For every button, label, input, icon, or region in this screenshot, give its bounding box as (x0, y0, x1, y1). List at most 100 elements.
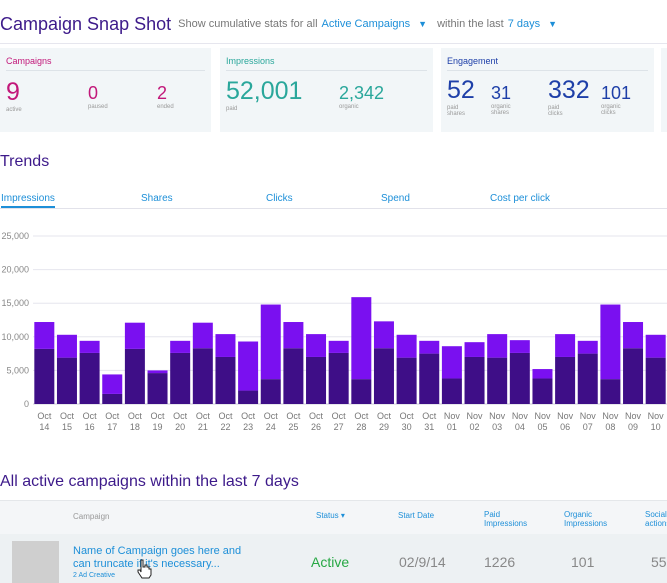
organic-shares: 31 organic shares (491, 83, 512, 116)
hand-cursor-icon (137, 559, 152, 579)
campaign-name-link[interactable]: Name of Campaign goes here and can trunc… (73, 545, 241, 571)
bar-segment (260, 304, 281, 380)
bar-segment (555, 334, 576, 357)
bar-segment (283, 348, 304, 404)
bar-segment (373, 348, 394, 404)
x-tick-label: 14 (39, 422, 49, 432)
bar-segment (56, 334, 77, 358)
col-status[interactable]: Status ▾ (316, 511, 345, 520)
col-start-date[interactable]: Start Date (398, 511, 434, 520)
bar-segment (215, 356, 236, 404)
x-tick-label: 08 (605, 422, 615, 432)
range-filter-dropdown[interactable]: 7 days (508, 18, 540, 30)
x-tick-label: Nov (557, 411, 574, 421)
x-tick-label: Nov (602, 411, 619, 421)
x-tick-label: Nov (512, 411, 529, 421)
engagement-card: Engagement 52 paid shares 31 organic sha… (441, 48, 654, 132)
page-title: Campaign Snap Shot (0, 13, 172, 34)
table-header: Campaign Status ▾ Start Date Paid Impres… (0, 500, 667, 534)
bar-segment (328, 352, 349, 404)
campaign-thumbnail (12, 541, 59, 583)
bar-segment (170, 340, 191, 353)
social-actions-cell: 55 (651, 554, 667, 570)
x-tick-label: Oct (422, 411, 437, 421)
bar-segment (79, 352, 100, 404)
bar-segment (441, 378, 462, 404)
x-tick-label: 29 (379, 422, 389, 432)
start-date-cell: 02/9/14 (399, 554, 446, 570)
table-row[interactable]: Name of Campaign goes here and can trunc… (0, 534, 667, 583)
bar-segment (645, 357, 666, 404)
bar-segment (79, 340, 100, 353)
col-campaign[interactable]: Campaign (73, 512, 109, 521)
col-organic-impressions[interactable]: Organic Impressions (564, 510, 607, 528)
y-tick-label: 20,000 (1, 265, 29, 275)
bar-segment (238, 390, 259, 404)
x-tick-label: Oct (264, 411, 279, 421)
card-title: Impressions (226, 56, 275, 66)
bar-segment (487, 357, 508, 404)
x-tick-label: 18 (130, 422, 140, 432)
tab-clicks[interactable]: Clicks (266, 193, 293, 204)
bar-segment (192, 322, 213, 349)
bar-segment (124, 348, 145, 404)
x-tick-label: Oct (60, 411, 75, 421)
y-tick-label: 0 (24, 399, 29, 409)
x-tick-label: Nov (580, 411, 597, 421)
snapshot-header: Campaign Snap Shot Show cumulative stats… (0, 12, 563, 36)
active-count: 9 active (6, 78, 22, 114)
ad-creative-count[interactable]: 2 Ad Creative (73, 572, 115, 579)
x-tick-label: Oct (83, 411, 98, 421)
x-tick-label: 02 (470, 422, 480, 432)
x-tick-label: Oct (377, 411, 392, 421)
bar-segment (419, 340, 440, 354)
x-tick-label: Nov (467, 411, 484, 421)
bar-segment (192, 348, 213, 404)
chevron-down-icon[interactable]: ▼ (418, 19, 427, 29)
x-tick-label: Oct (286, 411, 301, 421)
x-tick-label: Oct (218, 411, 233, 421)
bar-segment (238, 341, 259, 391)
next-card-edge (661, 48, 667, 132)
status-badge: Active (311, 554, 350, 570)
x-tick-label: Nov (625, 411, 642, 421)
x-tick-label: 27 (334, 422, 344, 432)
card-divider (226, 70, 427, 71)
tab-cost-per-click[interactable]: Cost per click (490, 193, 550, 204)
bar-segment (102, 374, 123, 394)
x-tick-label: 20 (175, 422, 185, 432)
paused-count: 0 paused (88, 83, 108, 110)
ended-count: 2 ended (157, 83, 174, 110)
chevron-down-icon[interactable]: ▼ (548, 19, 557, 29)
bar-segment (509, 340, 530, 353)
x-tick-label: 21 (198, 422, 208, 432)
bar-segment (306, 356, 327, 404)
bar-segment (645, 334, 666, 358)
bar-segment (328, 340, 349, 353)
y-tick-label: 25,000 (1, 231, 29, 241)
x-tick-label: Oct (354, 411, 369, 421)
tab-impressions[interactable]: Impressions (1, 193, 55, 208)
col-social-actions[interactable]: Social actions (645, 510, 667, 528)
tab-shares[interactable]: Shares (141, 193, 173, 204)
card-divider (6, 70, 205, 71)
organic-clicks: 101 organic clicks (601, 83, 632, 116)
bar-segment (215, 334, 236, 357)
x-tick-label: Oct (173, 411, 188, 421)
x-tick-label: 09 (628, 422, 638, 432)
x-tick-label: 30 (402, 422, 412, 432)
x-tick-label: 05 (537, 422, 547, 432)
x-tick-label: 15 (62, 422, 72, 432)
bar-segment (555, 356, 576, 404)
bar-segment (147, 370, 168, 374)
campaigns-table-title: All active campaigns within the last 7 d… (0, 473, 299, 490)
bar-segment (600, 379, 621, 404)
tab-spend[interactable]: Spend (381, 193, 410, 204)
sort-down-icon[interactable]: ▾ (341, 511, 345, 520)
x-tick-label: 26 (311, 422, 321, 432)
x-tick-label: Nov (444, 411, 461, 421)
bar-segment (102, 393, 123, 404)
x-tick-label: 31 (424, 422, 434, 432)
campaign-filter-dropdown[interactable]: Active Campaigns (322, 18, 411, 30)
col-paid-impressions[interactable]: Paid Impressions (484, 510, 527, 528)
